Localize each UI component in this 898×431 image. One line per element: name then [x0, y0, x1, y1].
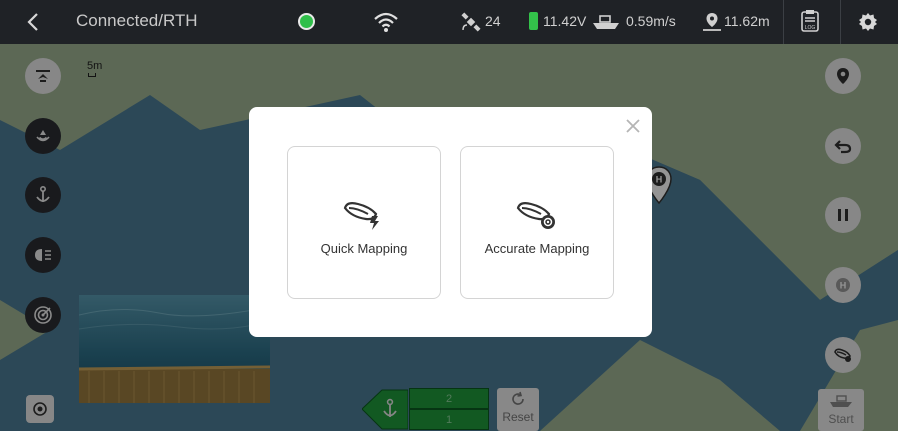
- satellite-icon: [461, 12, 481, 32]
- quick-mapping-label: Quick Mapping: [320, 241, 408, 256]
- log-icon[interactable]: LOG: [800, 9, 820, 33]
- accurate-mapping-icon: [516, 202, 555, 229]
- separator: [840, 0, 841, 44]
- accurate-mapping-label: Accurate Mapping: [484, 241, 590, 256]
- battery-icon: [529, 12, 538, 30]
- gear-icon[interactable]: [857, 11, 879, 33]
- distance-pin-icon: [703, 13, 721, 31]
- battery-voltage: 11.42V: [543, 13, 587, 29]
- status-dot-icon: [298, 13, 315, 30]
- connection-status: Connected/RTH: [76, 11, 198, 30]
- boat-speed: 0.59m/s: [626, 13, 676, 29]
- close-icon[interactable]: [623, 116, 643, 136]
- back-arrow-icon[interactable]: [22, 10, 46, 34]
- satellite-count: 24: [485, 13, 501, 29]
- quick-mapping-icon: [343, 202, 379, 230]
- accurate-mapping-button[interactable]: Accurate Mapping: [460, 146, 614, 299]
- svg-text:LOG: LOG: [805, 25, 816, 31]
- boat-speed-icon: [593, 15, 619, 29]
- top-status-bar: Connected/RTH 24 11.42V 0.59m/s 11.62m L…: [0, 0, 898, 44]
- distance-value: 11.62m: [724, 13, 770, 29]
- separator: [783, 0, 784, 44]
- quick-mapping-button[interactable]: Quick Mapping: [287, 146, 441, 299]
- wifi-icon: [374, 12, 398, 32]
